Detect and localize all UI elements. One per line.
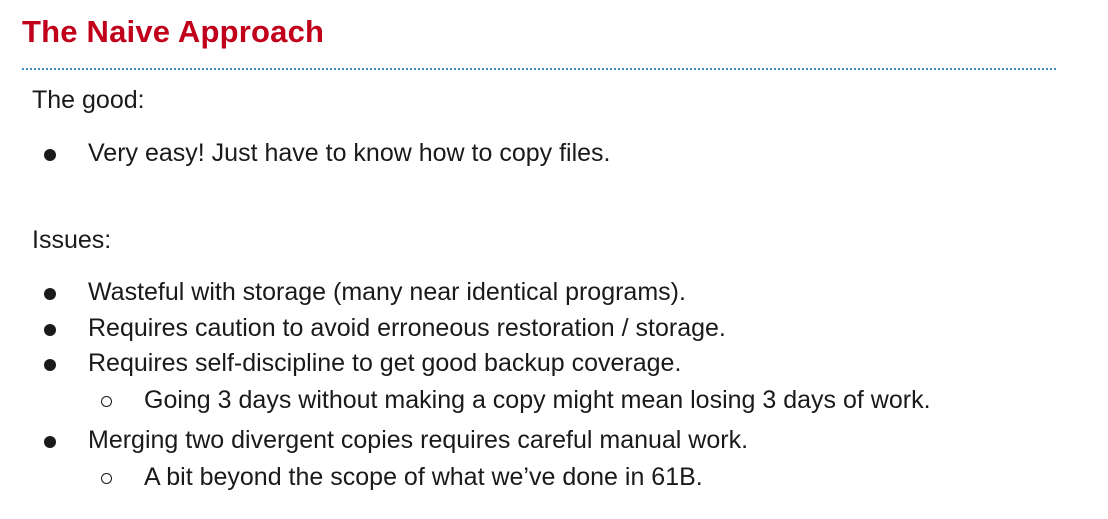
bullet-dot-icon	[44, 288, 56, 300]
slide-title: The Naive Approach	[22, 14, 325, 49]
title-divider	[22, 68, 1056, 70]
bullet-text: Merging two divergent copies requires ca…	[88, 426, 749, 454]
bullet-dot-icon	[44, 149, 56, 161]
bullet-dot-icon	[44, 324, 56, 336]
slide: The Naive Approach The good: Very easy! …	[0, 0, 1108, 519]
bullet-text: Very easy! Just have to know how to copy…	[88, 139, 611, 167]
bullet-text: Wasteful with storage (many near identic…	[88, 278, 686, 306]
bullet-dot-icon	[44, 436, 56, 448]
good-heading: The good:	[32, 86, 145, 114]
issues-heading: Issues:	[32, 226, 112, 254]
subbullet-text: A bit beyond the scope of what we’ve don…	[144, 463, 703, 491]
bullet-text: Requires self-discipline to get good bac…	[88, 349, 682, 377]
bullet-text: Requires caution to avoid erroneous rest…	[88, 314, 726, 342]
bullet-dot-icon	[44, 359, 56, 371]
subbullet-text: Going 3 days without making a copy might…	[144, 386, 931, 414]
subbullet-circle-icon	[101, 473, 112, 484]
subbullet-circle-icon	[101, 396, 112, 407]
